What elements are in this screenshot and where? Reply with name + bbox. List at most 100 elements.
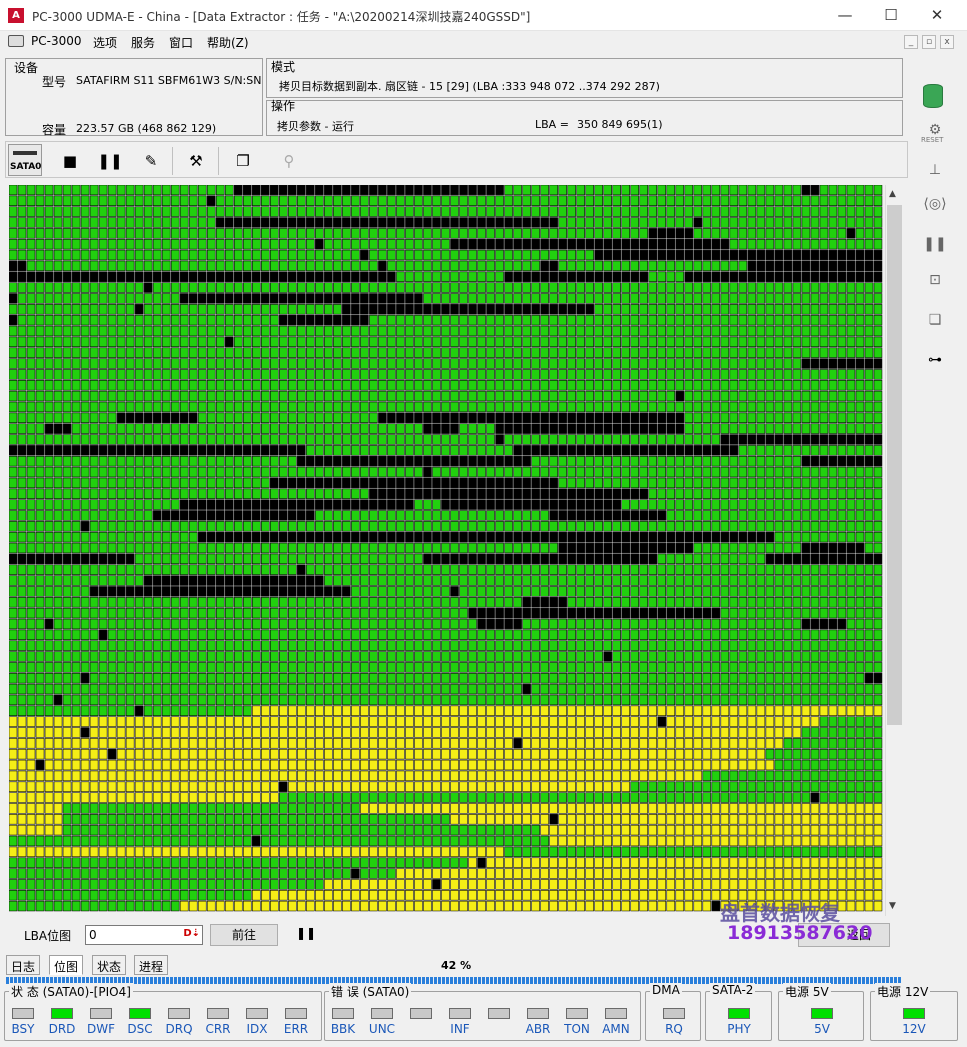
sector-cell xyxy=(576,553,585,565)
sector-cell xyxy=(306,401,315,413)
minimize-button[interactable]: — xyxy=(822,0,868,31)
sector-cell xyxy=(288,217,297,228)
tree-button[interactable]: ⊥ xyxy=(917,162,953,190)
sector-cell xyxy=(702,640,712,651)
sector-cell xyxy=(738,445,748,456)
sector-cell xyxy=(297,466,306,478)
mdi-close-button[interactable]: x xyxy=(940,35,954,49)
sector-cell xyxy=(873,445,883,456)
sector-cell xyxy=(522,716,531,727)
mdi-restore-button[interactable]: ▫ xyxy=(922,35,936,49)
sector-cell xyxy=(116,662,126,673)
sector-cell xyxy=(44,434,54,445)
sector-cell xyxy=(414,217,423,228)
sector-cell xyxy=(17,586,27,597)
sector-cell xyxy=(549,228,558,239)
close-button[interactable]: ✕ xyxy=(914,0,960,31)
sector-cell xyxy=(801,607,811,619)
menu-window[interactable]: 窗口 xyxy=(169,34,193,51)
sector-cell xyxy=(44,249,54,261)
sector-cell xyxy=(864,455,874,467)
database-button[interactable] xyxy=(917,80,953,114)
edit-button[interactable]: ✎ xyxy=(137,147,165,175)
menu-help[interactable]: 帮助(Z) xyxy=(207,34,249,51)
sector-cell xyxy=(639,423,649,434)
sector-cell xyxy=(729,488,739,499)
nodes-button[interactable]: ⊡ xyxy=(917,272,953,300)
sector-cell xyxy=(522,477,531,489)
sector-cell xyxy=(684,466,694,478)
sector-cell xyxy=(378,282,387,293)
sector-cell xyxy=(233,228,243,239)
sector-cell xyxy=(747,586,757,597)
sector-cell xyxy=(17,651,27,662)
reset-button[interactable]: RESET ⚙ xyxy=(917,122,953,150)
sector-cell xyxy=(603,390,612,402)
sector-cell xyxy=(855,271,865,282)
sector-cell xyxy=(846,499,856,510)
delete-copy-button[interactable]: ❏ xyxy=(917,312,953,340)
sector-cell xyxy=(53,260,63,272)
tree-icon: ⊥ xyxy=(928,162,942,178)
walk-button[interactable]: ⚲ xyxy=(275,147,303,175)
sector-cell xyxy=(233,195,243,207)
sector-cell xyxy=(747,206,757,217)
sector-cell xyxy=(792,510,802,521)
sector-cell xyxy=(242,390,252,402)
transfer-button[interactable]: ⟨◎⟩ xyxy=(917,196,953,224)
pause-button[interactable]: ❚❚ xyxy=(96,147,124,175)
copy-windows-button[interactable]: ❐ xyxy=(229,147,257,175)
sector-cell xyxy=(594,217,603,228)
sector-cell xyxy=(801,618,811,630)
sector-cell xyxy=(324,466,333,478)
menu-service[interactable]: 服务 xyxy=(131,34,155,51)
sector-cell xyxy=(360,640,369,651)
sector-cell xyxy=(179,575,189,586)
sector-cell xyxy=(116,510,126,521)
sector-cell xyxy=(360,499,369,510)
sector-cell xyxy=(233,651,243,662)
sector-cell xyxy=(477,727,486,738)
sector-cell xyxy=(864,521,874,532)
sector-cell xyxy=(80,238,90,250)
sector-cell xyxy=(315,607,324,619)
pause-side-button[interactable]: ❚❚ xyxy=(917,236,953,264)
sector-cell xyxy=(486,564,495,575)
sector-cell xyxy=(801,640,811,651)
sata-port-button[interactable]: SATA0 xyxy=(8,144,42,176)
sector-cell xyxy=(576,260,585,272)
sector-cell xyxy=(783,401,793,413)
sector-cell xyxy=(378,336,387,348)
sector-cell xyxy=(441,629,450,641)
sector-cell xyxy=(89,553,99,565)
sector-cell xyxy=(215,521,225,532)
mdi-minimize-button[interactable]: _ xyxy=(904,35,918,49)
port-button[interactable]: ⊶ xyxy=(917,352,953,380)
sector-cell xyxy=(71,716,81,727)
sector-cell xyxy=(549,477,558,489)
sector-cell xyxy=(522,271,531,282)
menu-options[interactable]: 选项 xyxy=(93,34,117,51)
sector-cell xyxy=(396,238,405,250)
stop-button[interactable]: ■ xyxy=(56,147,84,175)
sector-cell xyxy=(206,694,216,706)
sector-cell xyxy=(702,672,712,684)
sector-cell xyxy=(864,228,874,239)
menu-pc3000[interactable]: PC-3000 xyxy=(31,34,81,48)
sector-cell xyxy=(441,488,450,499)
sector-cell xyxy=(459,271,468,282)
maximize-button[interactable]: ☐ xyxy=(868,0,914,31)
sector-cell xyxy=(531,380,540,391)
sector-cell xyxy=(197,185,207,196)
sector-cell xyxy=(125,466,135,478)
sector-cell xyxy=(702,488,712,499)
tools-button[interactable]: ⚒ xyxy=(182,147,210,175)
sector-cell xyxy=(864,380,874,391)
sector-cell xyxy=(720,260,730,272)
sector-cell xyxy=(477,499,486,510)
sector-cell xyxy=(179,694,189,706)
document-icon[interactable] xyxy=(8,35,24,47)
sector-cell xyxy=(17,597,27,608)
sector-map[interactable] xyxy=(9,185,883,912)
sector-cell xyxy=(387,325,396,337)
